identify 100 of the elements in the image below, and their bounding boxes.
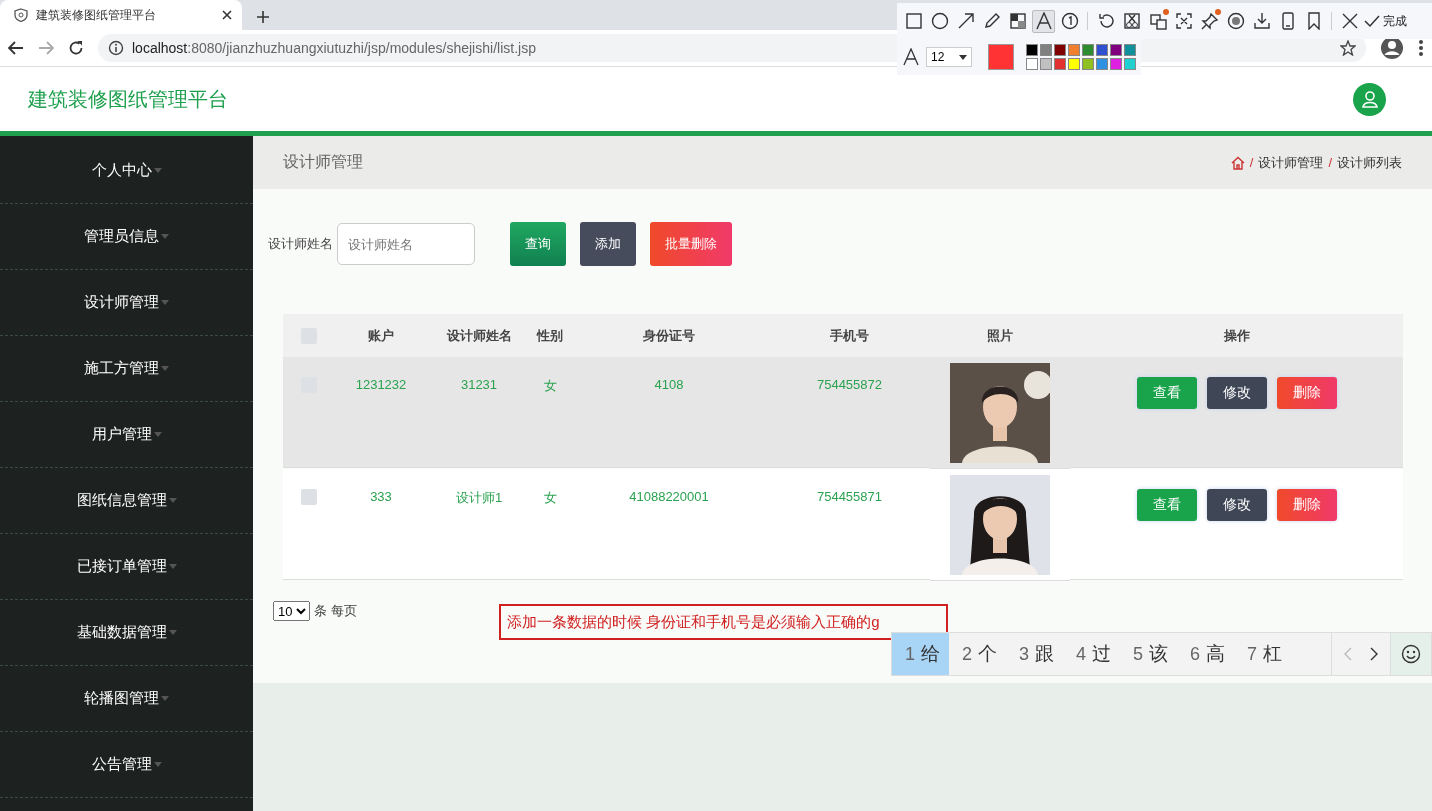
caret-icon — [161, 366, 169, 371]
color-swatch[interactable] — [1124, 44, 1136, 56]
star-icon[interactable] — [1340, 40, 1356, 56]
circle-icon — [930, 12, 949, 30]
color-swatch[interactable] — [1082, 44, 1094, 56]
breadcrumb-link[interactable]: 设计师管理 — [1258, 153, 1324, 172]
column-header: 身份证号 — [569, 314, 769, 357]
table-cell: 31231 — [460, 377, 498, 392]
shield-icon — [14, 8, 28, 22]
undo-icon — [1096, 12, 1115, 30]
ime-candidate[interactable]: 5 该 — [1120, 633, 1178, 675]
column-header: 手机号 — [769, 314, 930, 357]
caret-icon — [161, 696, 169, 701]
caret-icon — [959, 54, 967, 60]
rectangle-icon — [904, 12, 923, 30]
plus-icon[interactable] — [256, 10, 270, 24]
close-icon — [1340, 12, 1359, 30]
color-swatch[interactable] — [1096, 58, 1108, 70]
ime-candidate[interactable]: 2 个 — [949, 633, 1007, 675]
caret-icon — [168, 630, 177, 635]
scissors-icon — [1122, 12, 1141, 30]
breadcrumb-link[interactable]: 设计师列表 — [1337, 153, 1402, 172]
annotation-box[interactable]: 添加一条数据的时候 身份证和手机号是必须输入正确的g — [499, 604, 948, 640]
page-size-label: 条 每页 — [314, 602, 357, 620]
ime-candidate[interactable]: 7 杠 — [1234, 633, 1292, 675]
edit-button[interactable]: 修改 — [1206, 377, 1267, 409]
ime-candidate[interactable]: 1 给 — [892, 633, 949, 675]
row-checkbox[interactable] — [301, 489, 317, 505]
menu-icon[interactable] — [1418, 39, 1424, 57]
caret-icon — [168, 564, 177, 569]
table-cell: 设计师1 — [455, 489, 503, 507]
browser-tab[interactable]: 建筑装修图纸管理平台 — [0, 0, 242, 30]
table-cell: 4108 — [654, 377, 684, 392]
ime-candidate[interactable]: 6 高 — [1177, 633, 1235, 675]
caret-icon — [168, 498, 177, 503]
home-icon[interactable] — [1230, 155, 1245, 170]
site-title: 建筑装修图纸管理平台 — [28, 86, 228, 112]
delete-button[interactable]: 删除 — [1276, 489, 1337, 521]
edit-button[interactable]: 修改 — [1206, 489, 1267, 521]
url-text[interactable]: localhost:8080/jianzhuzhuangxiutuzhi/jsp/modules/shejishi/list.jsp — [132, 40, 536, 56]
color-swatch[interactable] — [1026, 44, 1038, 56]
back-icon[interactable] — [8, 41, 24, 55]
add-button[interactable]: 添加 — [580, 222, 636, 266]
reload-icon[interactable] — [68, 40, 84, 56]
color-swatch[interactable] — [1040, 44, 1052, 56]
table-cell: 女 — [543, 377, 557, 395]
done-button[interactable]: 完成 — [1364, 12, 1407, 30]
color-swatch[interactable] — [1068, 44, 1080, 56]
caret-icon — [153, 168, 162, 173]
color-swatch[interactable] — [1026, 58, 1038, 70]
ime-candidate[interactable]: 3 跟 — [1006, 633, 1064, 675]
download-icon — [1252, 12, 1271, 30]
font-size-select[interactable]: 12 — [926, 47, 972, 67]
search-label: 设计师姓名 — [268, 235, 333, 253]
page-title: 设计师管理 — [283, 152, 363, 172]
current-color-swatch[interactable] — [988, 44, 1014, 70]
text-icon — [1034, 12, 1053, 30]
color-swatch[interactable] — [1082, 58, 1094, 70]
translate-icon — [1148, 12, 1167, 30]
color-swatch[interactable] — [1096, 44, 1108, 56]
info-icon[interactable] — [108, 40, 124, 56]
color-swatch[interactable] — [1054, 58, 1066, 70]
color-swatch[interactable] — [1110, 44, 1122, 56]
caret-icon — [153, 762, 162, 767]
user-avatar[interactable] — [1353, 82, 1386, 116]
color-swatch[interactable] — [1040, 58, 1052, 70]
number-icon — [1060, 12, 1079, 30]
column-header: 账户 — [335, 314, 427, 357]
column-header: 操作 — [1070, 314, 1403, 357]
color-swatch[interactable] — [1124, 58, 1136, 70]
pin-icon — [1200, 12, 1219, 30]
color-swatch[interactable] — [1110, 58, 1122, 70]
page-size-select[interactable]: 10 — [273, 601, 310, 621]
caret-icon — [161, 234, 169, 239]
ime-candidate[interactable]: 4 过 — [1063, 633, 1121, 675]
tab-title: 建筑装修图纸管理平台 — [36, 6, 157, 24]
caret-icon — [161, 300, 169, 305]
search-button[interactable]: 查询 — [510, 222, 566, 266]
color-swatch[interactable] — [1068, 58, 1080, 70]
search-field[interactable]: 设计师姓名 — [337, 223, 475, 265]
column-header: 性别 — [531, 314, 569, 357]
table-cell: 333 — [370, 489, 392, 504]
table-cell: 女 — [543, 489, 557, 507]
color-swatch[interactable] — [1054, 44, 1066, 56]
check-icon — [1364, 14, 1380, 28]
record-icon — [1226, 12, 1245, 30]
mosaic-icon — [1008, 12, 1027, 30]
caret-icon — [153, 432, 162, 437]
table-cell: 41088220001 — [629, 489, 709, 504]
column-header: 设计师姓名 — [427, 314, 531, 357]
smiley-icon[interactable] — [1401, 644, 1421, 664]
tool-button[interactable] — [1032, 9, 1055, 33]
arrow-icon — [956, 12, 975, 30]
next-icon[interactable] — [1370, 647, 1378, 661]
delete-button[interactable]: 删除 — [1276, 377, 1337, 409]
table-cell: 754455872 — [816, 377, 883, 392]
text-icon — [902, 48, 920, 66]
batch-delete-button[interactable]: 批量删除 — [650, 222, 732, 266]
column-header: 照片 — [930, 314, 1070, 357]
close-icon[interactable] — [222, 10, 232, 20]
